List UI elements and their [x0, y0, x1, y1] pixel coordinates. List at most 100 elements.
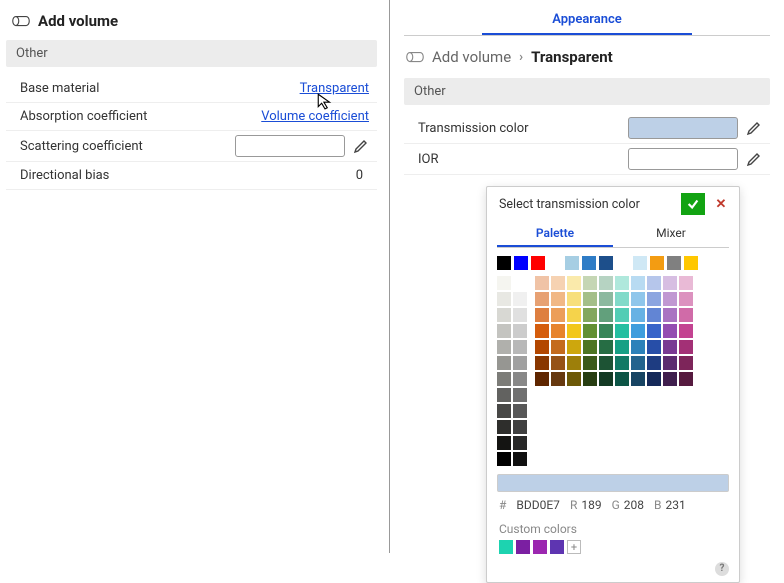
palette-swatch[interactable] [583, 324, 597, 338]
palette-swatch[interactable] [679, 356, 693, 370]
palette-swatch[interactable] [633, 256, 647, 270]
tab-mixer[interactable]: Mixer [613, 221, 729, 247]
palette-swatch[interactable] [583, 356, 597, 370]
palette-swatch[interactable] [497, 372, 511, 386]
palette-swatch[interactable] [631, 340, 645, 354]
palette-swatch[interactable] [631, 372, 645, 386]
palette-swatch[interactable] [513, 292, 527, 306]
tab-palette[interactable]: Palette [497, 221, 613, 247]
palette-swatch[interactable] [513, 276, 527, 290]
palette-swatch[interactable] [599, 324, 613, 338]
custom-swatch[interactable] [533, 540, 547, 554]
input-ior[interactable] [628, 148, 738, 170]
palette-swatch[interactable] [599, 276, 613, 290]
palette-swatch[interactable] [551, 356, 565, 370]
palette-swatch[interactable] [663, 324, 677, 338]
palette-swatch[interactable] [647, 356, 661, 370]
palette-swatch[interactable] [551, 276, 565, 290]
palette-swatch[interactable] [567, 372, 581, 386]
palette-swatch[interactable] [567, 356, 581, 370]
link-base-material[interactable]: Transparent [300, 81, 369, 96]
palette-swatch[interactable] [513, 340, 527, 354]
palette-swatch[interactable] [667, 256, 681, 270]
palette-swatch[interactable] [497, 452, 511, 466]
palette-swatch[interactable] [497, 324, 511, 338]
custom-swatch[interactable] [550, 540, 564, 554]
palette-swatch[interactable] [631, 292, 645, 306]
palette-swatch[interactable] [599, 256, 613, 270]
custom-swatch[interactable] [516, 540, 530, 554]
hex-value[interactable]: BDD0E7 [516, 498, 560, 512]
palette-swatch[interactable] [647, 292, 661, 306]
palette-swatch[interactable] [551, 372, 565, 386]
tab-appearance[interactable]: Appearance [482, 6, 692, 35]
input-scattering[interactable] [235, 135, 345, 157]
pencil-icon[interactable] [353, 138, 369, 154]
palette-swatch[interactable] [615, 356, 629, 370]
palette-swatch[interactable] [551, 324, 565, 338]
g-value[interactable]: 208 [624, 498, 644, 512]
palette-swatch[interactable] [497, 292, 511, 306]
palette-swatch[interactable] [565, 256, 579, 270]
palette-swatch[interactable] [497, 388, 511, 402]
palette-swatch[interactable] [513, 388, 527, 402]
palette-swatch[interactable] [583, 292, 597, 306]
r-value[interactable]: 189 [581, 498, 601, 512]
palette-swatch[interactable] [615, 292, 629, 306]
palette-swatch[interactable] [513, 308, 527, 322]
palette-swatch[interactable] [535, 308, 549, 322]
palette-swatch[interactable] [679, 292, 693, 306]
palette-swatch[interactable] [583, 340, 597, 354]
swatch-transmission-color[interactable] [628, 117, 738, 139]
palette-swatch[interactable] [663, 340, 677, 354]
help-icon[interactable]: ? [715, 562, 729, 576]
palette-swatch[interactable] [663, 292, 677, 306]
palette-swatch[interactable] [615, 340, 629, 354]
breadcrumb-parent[interactable]: Add volume [432, 48, 511, 66]
palette-swatch[interactable] [631, 276, 645, 290]
palette-swatch[interactable] [631, 308, 645, 322]
palette-swatch[interactable] [679, 308, 693, 322]
add-custom-color-button[interactable]: + [567, 540, 581, 554]
palette-swatch[interactable] [535, 340, 549, 354]
palette-swatch[interactable] [535, 292, 549, 306]
palette-swatch[interactable] [535, 324, 549, 338]
pencil-icon[interactable] [746, 120, 762, 136]
palette-swatch[interactable] [567, 292, 581, 306]
palette-swatch[interactable] [647, 324, 661, 338]
palette-swatch[interactable] [535, 356, 549, 370]
palette-swatch[interactable] [567, 308, 581, 322]
palette-swatch[interactable] [513, 404, 527, 418]
palette-swatch[interactable] [647, 340, 661, 354]
palette-swatch[interactable] [679, 276, 693, 290]
palette-swatch[interactable] [679, 324, 693, 338]
palette-swatch[interactable] [631, 356, 645, 370]
palette-swatch[interactable] [535, 276, 549, 290]
palette-swatch[interactable] [663, 308, 677, 322]
palette-swatch[interactable] [513, 436, 527, 450]
palette-swatch[interactable] [599, 292, 613, 306]
palette-swatch[interactable] [497, 308, 511, 322]
palette-swatch[interactable] [615, 372, 629, 386]
palette-swatch[interactable] [684, 256, 698, 270]
palette-swatch[interactable] [497, 404, 511, 418]
confirm-button[interactable] [681, 193, 705, 215]
palette-swatch[interactable] [497, 436, 511, 450]
palette-swatch[interactable] [647, 276, 661, 290]
palette-swatch[interactable] [647, 372, 661, 386]
palette-swatch[interactable] [583, 372, 597, 386]
palette-swatch[interactable] [551, 292, 565, 306]
palette-swatch[interactable] [513, 452, 527, 466]
palette-swatch[interactable] [647, 308, 661, 322]
palette-swatch[interactable] [567, 324, 581, 338]
palette-swatch[interactable] [615, 308, 629, 322]
palette-swatch[interactable] [551, 308, 565, 322]
palette-swatch[interactable] [663, 356, 677, 370]
palette-swatch[interactable] [615, 324, 629, 338]
palette-swatch[interactable] [615, 276, 629, 290]
palette-swatch[interactable] [513, 420, 527, 434]
close-button[interactable]: ✕ [711, 197, 731, 212]
palette-swatch[interactable] [631, 324, 645, 338]
palette-swatch[interactable] [650, 256, 664, 270]
palette-swatch[interactable] [583, 276, 597, 290]
